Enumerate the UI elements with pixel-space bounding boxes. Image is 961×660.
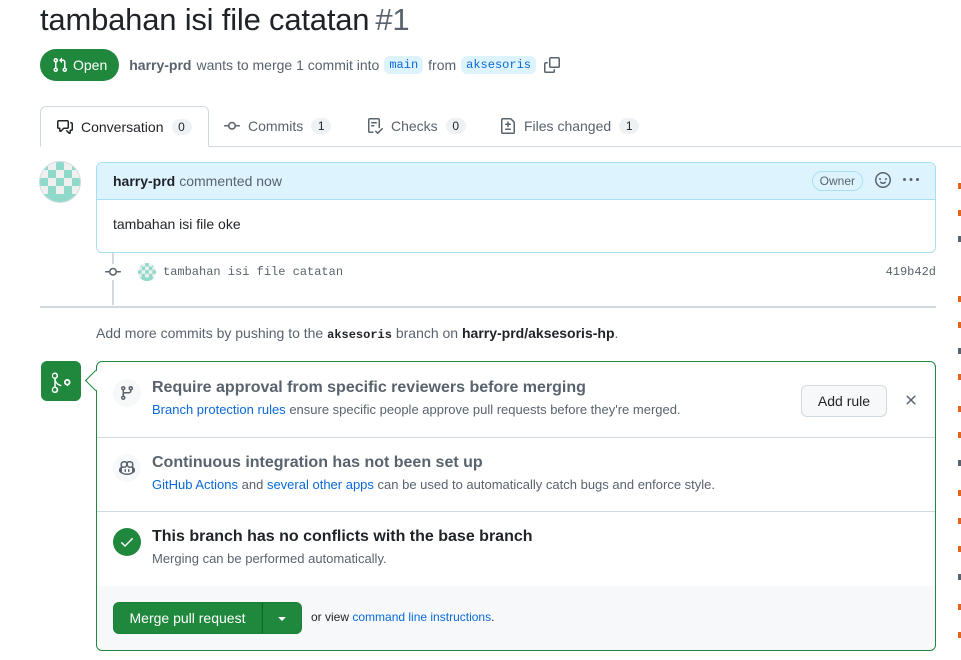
git-merge-icon: [51, 372, 71, 393]
git-commit-icon: [224, 121, 240, 130]
command-line-link[interactable]: command line instructions: [352, 610, 491, 624]
merge-method-dropdown[interactable]: [262, 602, 302, 634]
tab-checks-label: Checks: [391, 118, 438, 134]
state-badge: Open: [40, 49, 120, 81]
pr-tabs: Conversation 0 Commits 1 Checks 0 Files …: [40, 106, 961, 147]
comment-time[interactable]: commented now: [179, 173, 282, 189]
github-actions-link[interactable]: GitHub Actions: [152, 477, 238, 492]
git-commit-icon: [104, 264, 122, 280]
tab-commits-count: 1: [311, 118, 332, 134]
branch-protection-link[interactable]: Branch protection rules: [152, 402, 286, 417]
merge-status-icon: [41, 361, 81, 401]
or-view-text: or view: [311, 610, 350, 624]
tab-checks-count: 0: [445, 118, 466, 134]
git-branch-icon: [113, 379, 141, 407]
branch-protection-title: Require approval from specific reviewers…: [152, 379, 586, 396]
comment-author[interactable]: harry-prd: [113, 173, 175, 189]
tab-conversation-count: 0: [171, 118, 192, 135]
timeline-divider: [40, 306, 936, 308]
tab-files-changed-label: Files changed: [524, 118, 612, 134]
pr-title-text: tambahan isi file catatan: [40, 2, 370, 37]
tab-conversation[interactable]: Conversation 0: [40, 106, 209, 147]
push-hint-branch: aksesoris: [327, 328, 392, 342]
cli-hint: or view command line instructions.: [311, 610, 494, 624]
merge-button-group: Merge pull request: [113, 602, 302, 634]
comment-body: tambahan isi file oke: [113, 216, 241, 232]
file-diff-icon: [501, 118, 515, 134]
push-hint-suffix: .: [614, 325, 619, 341]
other-apps-link[interactable]: several other apps: [267, 477, 374, 492]
triangle-down-icon: [278, 617, 286, 621]
pr-author-link[interactable]: harry-prd: [129, 57, 191, 73]
head-branch[interactable]: aksesoris: [461, 56, 536, 74]
smiley-icon[interactable]: [875, 171, 891, 191]
commit-sha-link[interactable]: 419b42d: [886, 265, 936, 279]
kebab-horizontal-icon[interactable]: [903, 172, 919, 191]
tab-files-changed[interactable]: Files changed 1: [500, 106, 640, 146]
pr-title: tambahan isi file catatan #1: [40, 2, 410, 38]
repo-link[interactable]: harry-prd/aksesoris-hp: [462, 325, 615, 341]
conflicts-desc: Merging can be performed automatically.: [152, 551, 387, 566]
tab-files-changed-count: 1: [619, 118, 640, 134]
conflicts-section: This branch has no conflicts with the ba…: [97, 511, 935, 587]
owner-badge: Owner: [811, 171, 863, 191]
copy-icon[interactable]: [543, 57, 560, 73]
tab-checks[interactable]: Checks 0: [367, 106, 466, 146]
close-icon[interactable]: [903, 388, 919, 412]
ci-title: Continuous integration has not been set …: [152, 454, 483, 471]
comment-discussion-icon: [57, 119, 73, 134]
push-hint-middle: branch on: [395, 325, 459, 341]
merge-pull-request-button[interactable]: Merge pull request: [113, 602, 262, 634]
branch-protection-desc: ensure specific people approve pull requ…: [289, 402, 681, 417]
tab-commits[interactable]: Commits 1: [224, 106, 332, 146]
state-label: Open: [73, 57, 108, 73]
commit-message-link[interactable]: tambahan isi file catatan: [163, 265, 343, 279]
ci-and: and: [241, 477, 264, 492]
push-hint-prefix: Add more commits by pushing to the: [96, 325, 324, 341]
ci-section: Continuous integration has not been set …: [97, 437, 935, 512]
ci-desc: can be used to automatically catch bugs …: [377, 477, 716, 492]
comment-box: harry-prd commented now Owner tambahan i…: [96, 162, 936, 253]
avatar[interactable]: [40, 162, 80, 202]
check-icon: [113, 528, 141, 556]
merge-footer: Merge pull request or view command line …: [97, 586, 935, 650]
base-branch[interactable]: main: [384, 56, 424, 74]
merge-text: wants to merge 1 commit into: [196, 57, 380, 73]
push-hint: Add more commits by pushing to the akses…: [96, 325, 618, 342]
copilot-icon: [113, 454, 141, 482]
tab-conversation-label: Conversation: [81, 118, 164, 135]
checklist-icon: [368, 118, 383, 134]
git-pull-request-icon: [53, 57, 68, 73]
add-rule-button[interactable]: Add rule: [801, 385, 887, 417]
conflicts-title: This branch has no conflicts with the ba…: [152, 528, 533, 545]
pr-meta: Open harry-prd wants to merge 1 commit i…: [40, 49, 560, 81]
tab-commits-label: Commits: [248, 118, 304, 134]
commit-avatar[interactable]: [138, 263, 156, 281]
branch-protection-section: Require approval from specific reviewers…: [97, 362, 935, 438]
merge-box: Require approval from specific reviewers…: [96, 361, 936, 651]
pr-number: #1: [375, 2, 410, 37]
commit-row: tambahan isi file catatan 419b42d: [104, 262, 936, 282]
comment-header: harry-prd commented now Owner: [97, 163, 935, 200]
cli-period: .: [491, 610, 495, 624]
from-text: from: [428, 57, 457, 73]
